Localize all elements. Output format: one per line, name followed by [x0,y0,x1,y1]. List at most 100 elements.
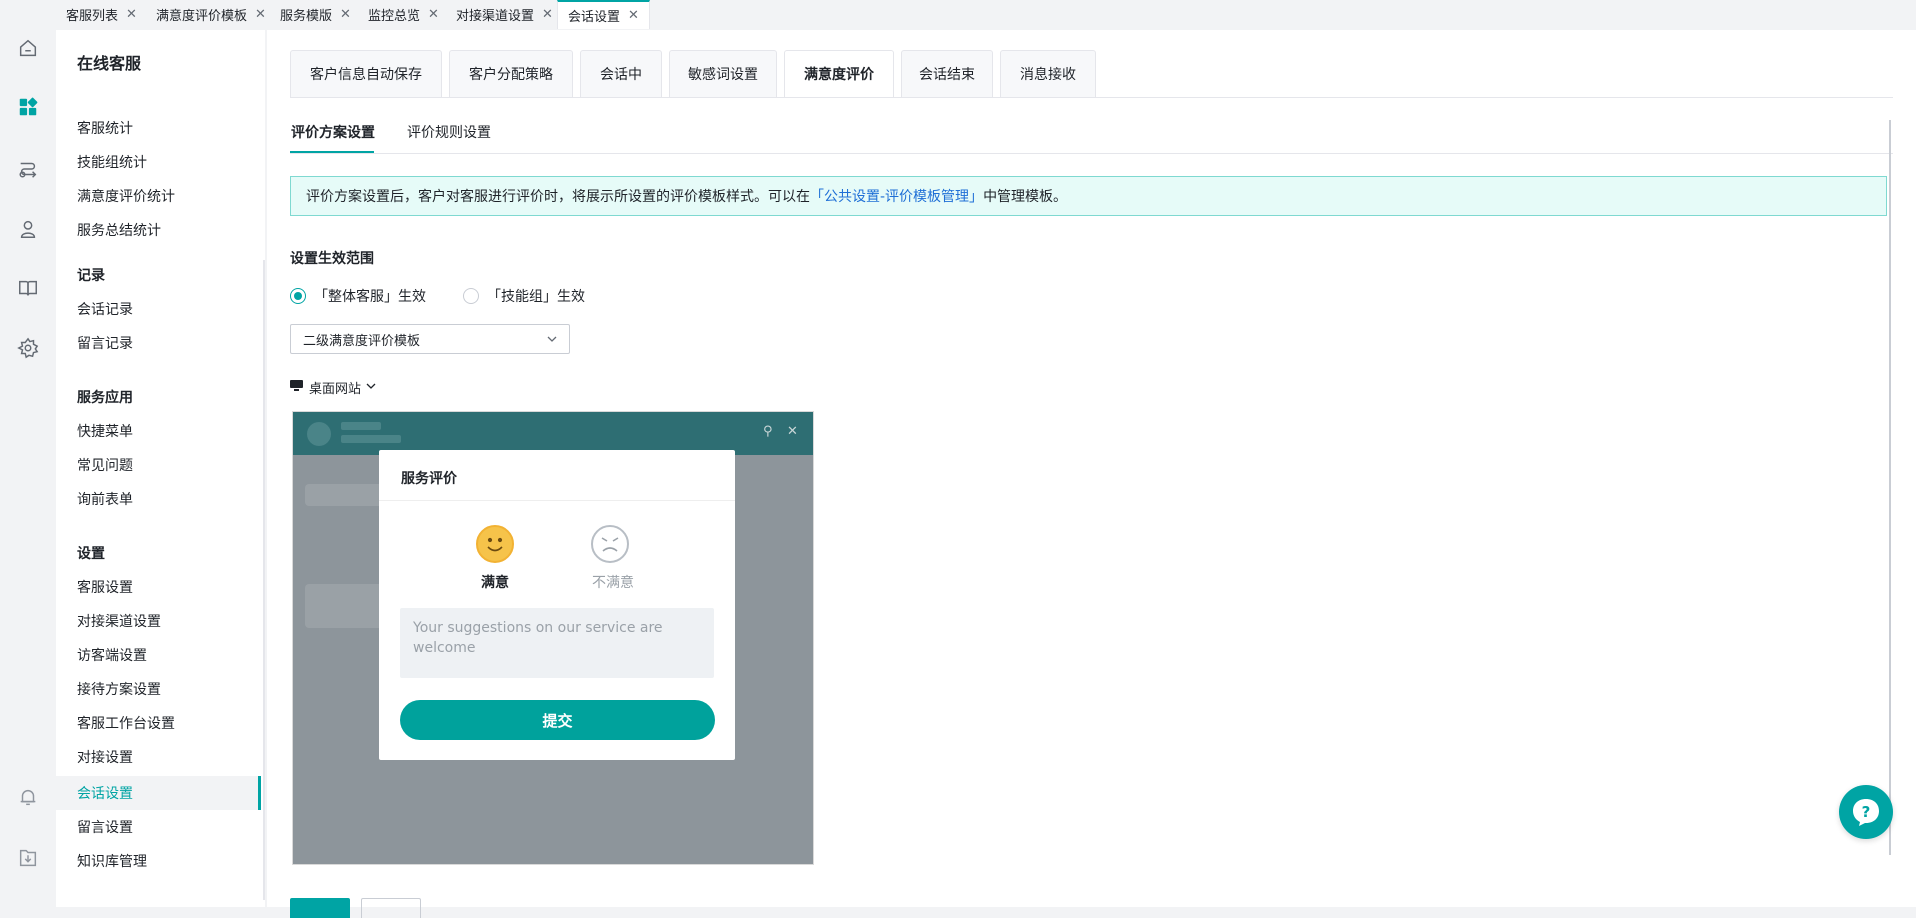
suggestion-textarea[interactable]: Your suggestions on our service are welc… [400,608,714,678]
subtab-scheme[interactable]: 评价方案设置 [291,122,375,142]
sidebar-item-active[interactable]: 会话设置 [77,783,133,803]
sidebar-item[interactable]: 接待方案设置 [77,679,161,699]
pin-icon: ⚲ [763,424,773,439]
tab-settings[interactable]: 会话结束 [901,50,993,98]
satisfied-label: 满意 [481,575,509,591]
close-icon[interactable]: ✕ [428,7,439,22]
sidebar-item[interactable]: 询前表单 [77,489,133,509]
sidebar: 在线客服 客服统计 技能组统计 满意度评价统计 服务总结统计 记录 会话记录 留… [56,30,265,907]
radio-unchecked-icon [463,288,479,304]
sidebar-title: 在线客服 [77,54,142,73]
sidebar-item[interactable]: 对接设置 [77,747,133,767]
icon-rail [0,0,56,907]
radio-skill-group[interactable]: 「技能组」生效 [463,286,585,306]
page-tab-label: 会话设置 [568,10,621,25]
radio-label: 「整体客服」生效 [314,289,426,305]
device-switch[interactable]: 桌面网站 [290,378,377,397]
tab-settings[interactable]: 客户信息自动保存 [290,50,442,98]
sidebar-item[interactable]: 客服设置 [77,577,133,597]
unsatisfied-label: 不满意 [592,575,634,591]
page-tab-label: 客服列表 [66,9,119,24]
main-scrollbar[interactable] [1889,120,1891,855]
tab-settings[interactable]: 敏感词设置 [669,50,777,98]
dashboard-icon[interactable] [14,93,42,121]
sidebar-section-heading: 记录 [77,268,105,284]
close-icon[interactable]: ✕ [628,8,639,23]
page-tab-label: 满意度评价模板 [156,9,248,24]
sidebar-item[interactable]: 常见问题 [77,455,133,475]
download-icon[interactable] [14,844,42,872]
rating-modal: 服务评价 满意 不满意 Your suggestions on our serv… [379,450,735,760]
home-icon[interactable] [14,34,42,62]
radio-label: 「技能组」生效 [487,289,585,305]
tab-settings-active[interactable]: 满意度评价 [784,50,894,98]
preview-header: ⚲ ✕ [293,412,813,455]
page-tab-label: 服务模版 [280,9,333,24]
cancel-button[interactable] [361,898,421,918]
sidebar-item[interactable]: 客服工作台设置 [77,713,175,733]
page-tab[interactable]: 对接渠道设置 ✕ [446,0,563,29]
sidebar-item[interactable]: 对接渠道设置 [77,611,161,631]
radio-checked-icon [290,288,306,304]
save-button[interactable] [290,898,350,918]
avatar [307,422,331,446]
sidebar-scrollbar[interactable] [263,260,265,900]
smile-icon[interactable] [476,525,514,563]
sidebar-item[interactable]: 会话记录 [77,299,133,319]
template-select[interactable]: 二级满意度评价模板 [290,324,570,354]
modal-divider [379,500,735,501]
sidebar-item[interactable]: 访客端设置 [77,645,147,665]
tab-settings[interactable]: 客户分配策略 [449,50,573,98]
subtab-rules[interactable]: 评价规则设置 [407,122,491,142]
sidebar-active-indicator [258,776,261,810]
sidebar-section-heading: 设置 [77,546,105,562]
settings-icon[interactable] [14,334,42,362]
page-tab[interactable]: 服务模版 ✕ [270,0,361,29]
sidebar-item[interactable]: 客服统计 [77,118,133,138]
chevron-down-icon [365,380,377,396]
sidebar-section-heading: 服务应用 [77,390,133,406]
main-content: 客户信息自动保存 客户分配策略 会话中 敏感词设置 满意度评价 会话结束 消息接… [267,30,1916,918]
radio-whole-service[interactable]: 「整体客服」生效 [290,286,426,306]
modal-title: 服务评价 [401,471,457,487]
help-chat-button[interactable]: ? [1839,785,1893,839]
frown-icon[interactable] [591,525,629,563]
svg-text:?: ? [1862,803,1871,821]
sidebar-item[interactable]: 快捷菜单 [77,421,133,441]
page-tab-strip: 客服列表 ✕ 满意度评价模板 ✕ 服务模版 ✕ 监控总览 ✕ 对接渠道设置 ✕ 会话设置 ✕ [56,0,1916,30]
scope-label: 设置生效范围 [290,251,374,267]
page-tab[interactable]: 满意度评价模板 ✕ [146,0,276,29]
page-tab-active[interactable]: 会话设置 ✕ [557,0,650,29]
notice-text: 评价方案设置后，客户对客服进行评价时，将展示所设置的评价模板样式。可以在 [306,189,810,205]
question-chat-icon: ? [1853,799,1879,826]
submit-button[interactable]: 提交 [400,700,715,740]
close-icon[interactable]: ✕ [542,7,553,22]
close-icon[interactable]: ✕ [255,7,266,22]
page-tab-label: 监控总览 [368,9,421,24]
notice-link[interactable]: 「公共设置-评价模板管理」 [810,186,983,206]
close-icon[interactable]: ✕ [126,7,137,22]
info-notice: 评价方案设置后，客户对客服进行评价时，将展示所设置的评价模板样式。可以在 「公共设… [290,176,1887,216]
close-icon[interactable]: ✕ [340,7,351,22]
sidebar-item[interactable]: 知识库管理 [77,851,147,871]
placeholder-bar [341,422,381,430]
sidebar-item[interactable]: 留言记录 [77,333,133,353]
tab-settings[interactable]: 消息接收 [1000,50,1096,98]
book-icon[interactable] [14,274,42,302]
bell-icon[interactable] [14,783,42,811]
tab-settings[interactable]: 会话中 [580,50,662,98]
sidebar-item[interactable]: 满意度评价统计 [77,186,175,206]
route-icon[interactable] [14,155,42,183]
user-icon[interactable] [14,215,42,243]
page-tab[interactable]: 监控总览 ✕ [358,0,449,29]
sidebar-item[interactable]: 服务总结统计 [77,220,161,240]
monitor-icon [290,379,303,396]
sidebar-item[interactable]: 技能组统计 [77,152,147,172]
chevron-down-icon [545,332,559,350]
select-value: 二级满意度评价模板 [303,333,421,349]
placeholder-bar [341,435,401,443]
subtab-divider [290,153,1893,154]
sidebar-item[interactable]: 留言设置 [77,817,133,837]
device-label: 桌面网站 [309,382,362,397]
page-tab[interactable]: 客服列表 ✕ [56,0,147,29]
